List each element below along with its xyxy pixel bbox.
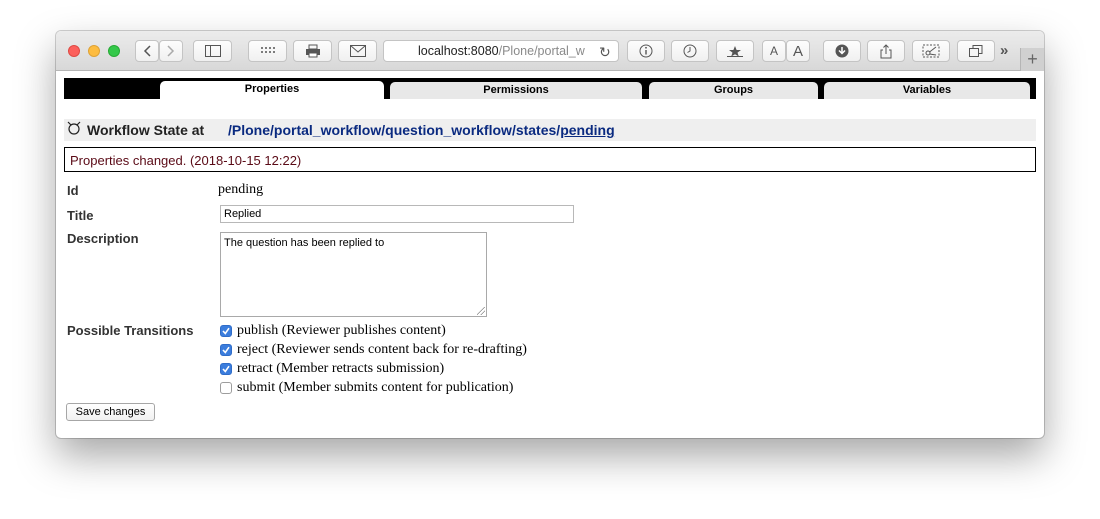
tab-groups[interactable]: Groups xyxy=(649,82,818,99)
grid-icon xyxy=(260,47,275,53)
status-message: Properties changed. (2018-10-15 12:22) xyxy=(64,147,1036,172)
history-button[interactable] xyxy=(671,40,709,62)
transition-label: publish (Reviewer publishes content) xyxy=(237,322,446,338)
description-label: Description xyxy=(67,231,139,246)
new-tab-button[interactable]: + xyxy=(1020,48,1044,71)
id-value: pending xyxy=(218,182,264,197)
chevron-left-icon xyxy=(143,45,151,57)
breadcrumb-question-workflow[interactable]: /question_workflow xyxy=(381,122,512,138)
transition-row: reject (Reviewer sends content back for … xyxy=(220,340,527,359)
text-larger-button[interactable]: A xyxy=(786,40,810,62)
heading-label: Workflow State at xyxy=(87,122,205,138)
chevron-right-icon xyxy=(167,45,175,57)
tab-variables[interactable]: Variables xyxy=(824,82,1030,99)
checkmark-icon xyxy=(222,346,230,354)
forward-button[interactable] xyxy=(159,40,183,62)
checkmark-icon xyxy=(222,365,230,373)
more-chevron-icon[interactable]: » xyxy=(1000,42,1008,59)
transition-row: publish (Reviewer publishes content) xyxy=(220,321,446,340)
tabs-overview-button[interactable] xyxy=(957,40,995,62)
download-icon xyxy=(835,44,849,58)
sidebar-icon xyxy=(204,45,221,57)
small-a-icon: A xyxy=(769,44,778,58)
large-a-icon: A xyxy=(792,42,803,60)
title-input[interactable]: Replied xyxy=(220,205,574,223)
browser-toolbar: localhost:8080/Plone/portal_w ↻ A A » + xyxy=(56,31,1044,71)
top-sites-button[interactable] xyxy=(248,40,287,62)
downloads-button[interactable] xyxy=(823,40,861,62)
save-changes-button[interactable]: Save changes xyxy=(66,403,155,421)
page-heading: Workflow State at /Plone/portal_workflow… xyxy=(64,119,1036,141)
breadcrumb-pending[interactable]: pending xyxy=(560,122,614,138)
zmi-tab-bar: Properties Permissions Groups Variables xyxy=(64,78,1036,99)
address-host: localhost:8080 xyxy=(418,44,499,58)
browser-window: localhost:8080/Plone/portal_w ↻ A A » + xyxy=(56,31,1044,438)
checkmark-icon xyxy=(222,327,230,335)
transition-checkbox-reject[interactable] xyxy=(220,343,232,356)
scissors-icon xyxy=(922,44,940,58)
resize-grip-icon[interactable] xyxy=(477,307,485,315)
breadcrumb-portal-workflow[interactable]: /portal_workflow xyxy=(270,122,381,138)
transition-checkbox-publish[interactable] xyxy=(220,324,232,337)
share-button[interactable] xyxy=(867,40,905,62)
transition-row: submit (Member submits content for publi… xyxy=(220,378,513,397)
transition-label: retract (Member retracts submission) xyxy=(237,360,445,376)
title-label: Title xyxy=(67,208,94,223)
close-window-button[interactable] xyxy=(68,45,80,57)
sidebar-button[interactable] xyxy=(193,40,232,62)
transition-row: retract (Member retracts submission) xyxy=(220,359,444,378)
address-path: /Plone/portal_w xyxy=(498,44,585,58)
id-label: Id xyxy=(67,183,79,198)
tab-permissions[interactable]: Permissions xyxy=(390,82,642,99)
back-button[interactable] xyxy=(135,40,159,62)
print-button[interactable] xyxy=(293,40,332,62)
description-textarea[interactable]: The question has been replied to xyxy=(220,232,487,317)
clock-icon xyxy=(683,44,697,58)
minimize-window-button[interactable] xyxy=(88,45,100,57)
tabs-icon xyxy=(969,45,983,57)
description-text: The question has been replied to xyxy=(224,237,385,249)
reload-icon[interactable]: ↻ xyxy=(599,44,611,61)
address-bar[interactable]: localhost:8080/Plone/portal_w xyxy=(383,40,619,62)
info-icon xyxy=(639,44,653,58)
zoom-window-button[interactable] xyxy=(108,45,120,57)
transition-checkbox-retract[interactable] xyxy=(220,362,232,375)
transition-label: submit (Member submits content for publi… xyxy=(237,379,514,395)
transitions-label: Possible Transitions xyxy=(67,323,194,338)
transition-checkbox-submit[interactable] xyxy=(220,381,232,394)
tab-properties[interactable]: Properties xyxy=(160,81,384,99)
bookmark-star-icon xyxy=(727,46,743,57)
share-icon xyxy=(880,43,892,58)
page-content: Properties Permissions Groups Variables … xyxy=(56,71,1044,438)
clip-button[interactable] xyxy=(912,40,950,62)
breadcrumb: /Plone/portal_workflow/question_workflow… xyxy=(228,122,615,138)
envelope-icon xyxy=(349,45,366,57)
transition-label: reject (Reviewer sends content back for … xyxy=(237,341,527,357)
info-button[interactable] xyxy=(627,40,665,62)
text-smaller-button[interactable]: A xyxy=(762,40,786,62)
workflow-state-icon xyxy=(66,120,82,139)
printer-icon xyxy=(305,44,320,58)
breadcrumb-plone[interactable]: /Plone xyxy=(228,122,270,138)
mail-button[interactable] xyxy=(338,40,377,62)
bookmark-button[interactable] xyxy=(716,40,754,62)
breadcrumb-states[interactable]: /states xyxy=(512,122,556,138)
